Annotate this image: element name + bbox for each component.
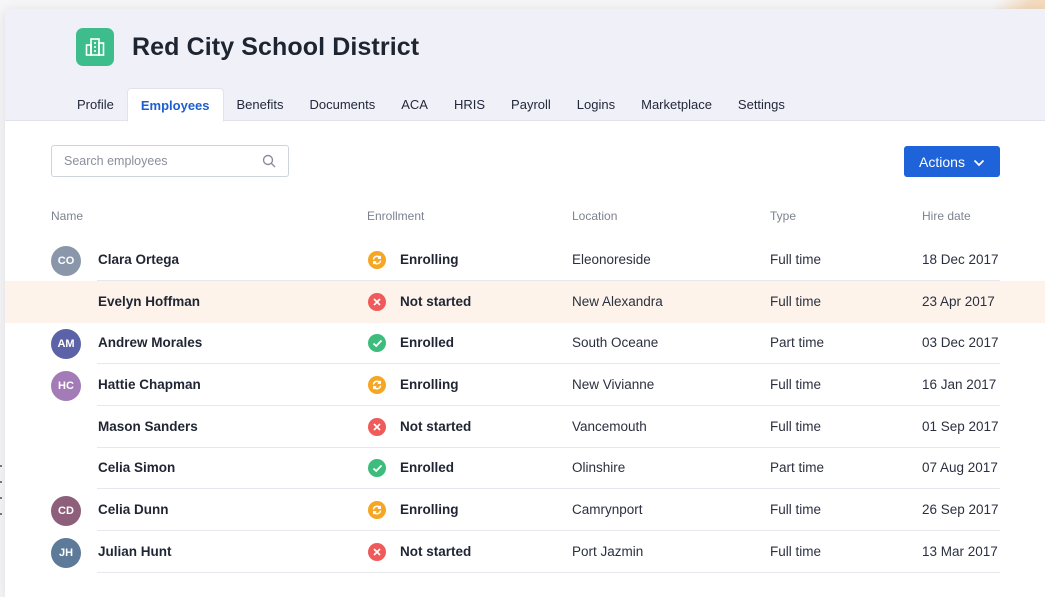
- header: Red City School District Profile Employee…: [5, 9, 1045, 122]
- column-header-location[interactable]: Location: [572, 209, 617, 223]
- column-header-hire-date[interactable]: Hire date: [922, 209, 971, 223]
- location-cell: Vancemouth: [572, 419, 647, 434]
- type-cell: Full time: [770, 419, 822, 434]
- refresh-icon: [368, 376, 386, 394]
- enrollment-status: Not started: [400, 419, 472, 434]
- refresh-icon: [368, 501, 386, 519]
- employee-name[interactable]: Julian Hunt: [98, 544, 172, 559]
- hire-date-cell: 03 Dec 2017: [922, 335, 999, 350]
- actions-label: Actions: [919, 153, 965, 170]
- tab-bar: Profile Employees Benefits Documents ACA HRIS…: [64, 88, 798, 122]
- location-cell: Port Jazmin: [572, 544, 644, 559]
- hire-date-cell: 23 Apr 2017: [922, 294, 995, 309]
- hire-date-cell: 26 Sep 2017: [922, 502, 999, 517]
- tab-logins[interactable]: Logins: [564, 88, 628, 122]
- enrollment-status: Enrolled: [400, 335, 455, 350]
- enrollment-status: Enrolling: [400, 252, 459, 267]
- location-cell: Olinshire: [572, 460, 626, 475]
- enrollment-status: Enrolling: [400, 377, 459, 392]
- hire-date-cell: 16 Jan 2017: [922, 377, 997, 392]
- tab-hris[interactable]: HRIS: [441, 88, 498, 122]
- enrollment-status: Enrolled: [400, 460, 455, 475]
- tab-payroll[interactable]: Payroll: [498, 88, 564, 122]
- column-header-type[interactable]: Type: [770, 209, 796, 223]
- table-row[interactable]: CO Clara Ortega Enrolling Eleonoreside Full …: [5, 239, 1045, 281]
- table-row[interactable]: HC Hattie Chapman Enrolling New Vivianne Ful…: [5, 364, 1045, 406]
- hire-date-cell: 01 Sep 2017: [922, 419, 999, 434]
- search-input[interactable]: [64, 154, 254, 168]
- type-cell: Full time: [770, 252, 822, 267]
- type-cell: Part time: [770, 335, 825, 350]
- table-row[interactable]: AM Andrew Morales Enrolled South Oceane Part…: [5, 322, 1045, 364]
- table-row[interactable]: Mason Sanders Not started Vancemouth Full t…: [5, 406, 1045, 448]
- chevron-down-icon: [973, 154, 985, 170]
- actions-button[interactable]: Actions: [904, 146, 1000, 177]
- location-cell: New Alexandra: [572, 294, 663, 309]
- hire-date-cell: 07 Aug 2017: [922, 460, 998, 475]
- search-box[interactable]: [51, 145, 289, 177]
- enrollment-status: Not started: [400, 544, 472, 559]
- enrollment-status: Not started: [400, 294, 472, 309]
- tab-profile[interactable]: Profile: [64, 88, 127, 122]
- table-row[interactable]: CD Celia Dunn Enrolling Camrynport Full time…: [5, 489, 1045, 531]
- employee-name[interactable]: Celia Simon: [98, 460, 175, 475]
- close-icon: [368, 418, 386, 436]
- type-cell: Part time: [770, 460, 825, 475]
- check-icon: [368, 459, 386, 477]
- table-row[interactable]: Evelyn Hoffman Not started New Alexandra Fu…: [5, 281, 1045, 323]
- tab-employees[interactable]: Employees: [126, 88, 224, 122]
- app-window: Red City School District Profile Employee…: [5, 9, 1045, 597]
- type-cell: Full time: [770, 377, 822, 392]
- tab-marketplace[interactable]: Marketplace: [628, 88, 725, 122]
- column-header-name[interactable]: Name: [51, 209, 83, 223]
- avatar: AM: [51, 329, 81, 359]
- avatar: CO: [51, 246, 81, 276]
- employee-name[interactable]: Andrew Morales: [98, 335, 202, 350]
- location-cell: Eleonoreside: [572, 252, 651, 267]
- close-icon: [368, 293, 386, 311]
- table-row[interactable]: Celia Simon Enrolled Olinshire Part time 07 …: [5, 447, 1045, 489]
- hire-date-cell: 18 Dec 2017: [922, 252, 999, 267]
- avatar: HC: [51, 371, 81, 401]
- building-logo-icon: [76, 28, 114, 66]
- employee-name[interactable]: Mason Sanders: [98, 419, 198, 434]
- tab-settings[interactable]: Settings: [725, 88, 798, 122]
- tab-benefits[interactable]: Benefits: [224, 88, 297, 122]
- enrollment-status: Enrolling: [400, 502, 459, 517]
- type-cell: Full time: [770, 502, 822, 517]
- column-header-enrollment[interactable]: Enrollment: [367, 209, 424, 223]
- close-icon: [368, 543, 386, 561]
- page-title: Red City School District: [132, 33, 420, 61]
- avatar: CD: [51, 496, 81, 526]
- employee-name[interactable]: Clara Ortega: [98, 252, 179, 267]
- type-cell: Full time: [770, 544, 822, 559]
- hire-date-cell: 13 Mar 2017: [922, 544, 998, 559]
- location-cell: South Oceane: [572, 335, 659, 350]
- avatar: JH: [51, 538, 81, 568]
- table-row[interactable]: JH Julian Hunt Not started Port Jazmin Full …: [5, 531, 1045, 573]
- employee-name[interactable]: Hattie Chapman: [98, 377, 201, 392]
- row-divider: [97, 572, 1000, 573]
- tab-aca[interactable]: ACA: [388, 88, 441, 122]
- employee-name[interactable]: Celia Dunn: [98, 502, 169, 517]
- location-cell: New Vivianne: [572, 377, 655, 392]
- tab-documents[interactable]: Documents: [297, 88, 389, 122]
- employee-name[interactable]: Evelyn Hoffman: [98, 294, 200, 309]
- refresh-icon: [368, 251, 386, 269]
- location-cell: Camrynport: [572, 502, 643, 517]
- check-icon: [368, 334, 386, 352]
- type-cell: Full time: [770, 294, 822, 309]
- decorative-dots: [0, 465, 3, 525]
- search-icon[interactable]: [262, 154, 276, 173]
